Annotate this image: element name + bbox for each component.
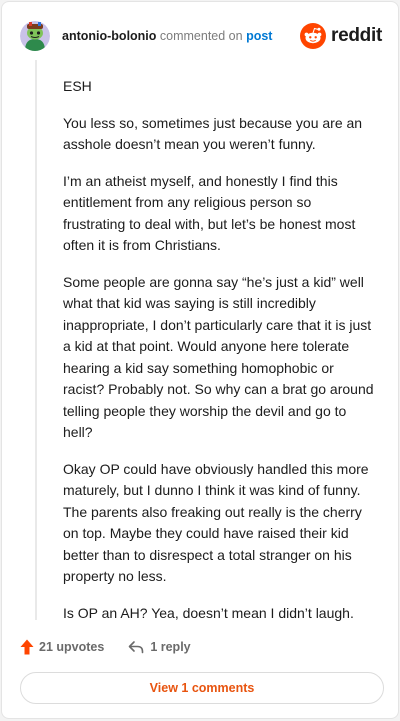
comment-paragraph: Is OP an AH? Yea, doesn’t mean I didn’t …: [63, 604, 354, 621]
thread-line[interactable]: [35, 60, 37, 620]
snoo-avatar-icon: [20, 21, 50, 51]
comment-paragraph: Some people are gonna say “he’s just a k…: [63, 273, 374, 441]
reply-button[interactable]: 1 reply: [128, 640, 191, 654]
comment-meta: antonio-bolonio commented on post: [62, 29, 272, 43]
reply-count: 1 reply: [150, 640, 191, 654]
comment-paragraph: ESH: [63, 78, 92, 94]
upvote-button[interactable]: 21 upvotes: [20, 639, 104, 655]
comment-action-text: commented on: [159, 29, 243, 43]
reply-arrow-icon: [129, 641, 144, 654]
post-link[interactable]: post: [246, 29, 272, 43]
comment-paragraph: I’m an atheist myself, and honestly I fi…: [63, 172, 356, 254]
comment-body: ESH You less so, sometimes just because …: [63, 76, 375, 639]
avatar[interactable]: [20, 21, 50, 51]
upvote-count: 21 upvotes: [39, 640, 105, 654]
brand-wordmark: reddit: [331, 25, 382, 46]
view-comments-button[interactable]: View 1 comments: [20, 672, 384, 704]
comment-paragraph: Okay OP could have obviously handled thi…: [63, 460, 369, 585]
comment-card: antonio-bolonio commented on post reddit…: [1, 1, 399, 719]
reddit-logo[interactable]: reddit: [300, 23, 382, 49]
comment-paragraph: You less so, sometimes just because you …: [63, 114, 363, 153]
comment-header: antonio-bolonio commented on post reddit: [20, 20, 382, 52]
upvote-arrow-icon[interactable]: [20, 639, 34, 655]
username[interactable]: antonio-bolonio: [62, 29, 156, 43]
comment-actions: 21 upvotes 1 reply: [20, 639, 191, 655]
reddit-snoo-icon: [300, 23, 327, 49]
